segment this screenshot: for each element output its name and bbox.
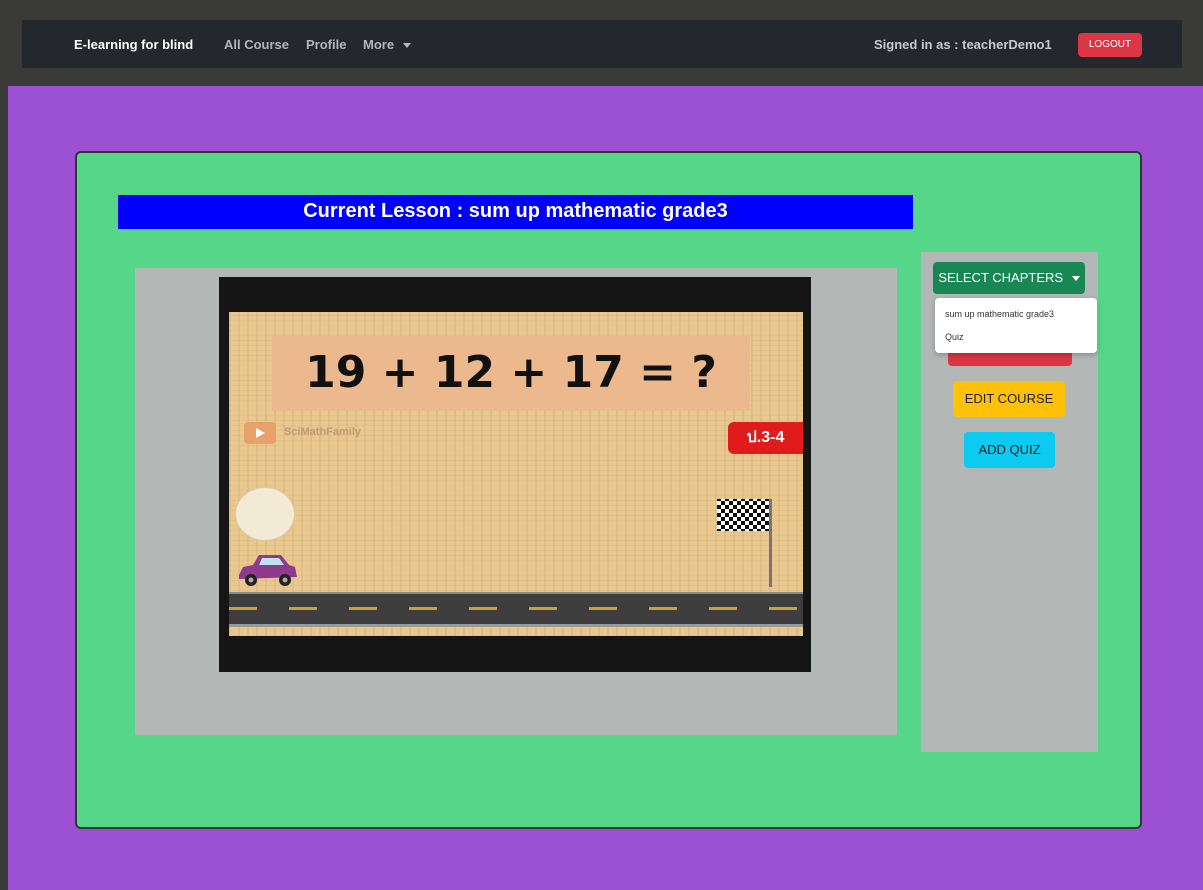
chevron-down-icon: [1071, 276, 1080, 282]
dropdown-item-lesson[interactable]: sum up mathematic grade3: [945, 309, 1054, 319]
equation-board: 19 + 12 + 17 = ?: [272, 336, 750, 410]
nav-more-dropdown[interactable]: More: [363, 37, 411, 52]
nav-more-label: More: [363, 37, 395, 52]
youtube-icon: [244, 422, 276, 444]
nav-profile[interactable]: Profile: [306, 37, 346, 52]
channel-name: SciMathFamily: [284, 426, 362, 438]
road: [229, 592, 803, 627]
select-chapters-button[interactable]: SELECT CHAPTERS: [933, 262, 1085, 294]
select-chapters-label: SELECT CHAPTERS: [938, 270, 1064, 285]
chapters-dropdown-menu: sum up mathematic grade3 Quiz: [935, 298, 1097, 353]
current-lesson-banner: Current Lesson : sum up mathematic grade…: [118, 195, 913, 229]
chevron-down-icon: [402, 43, 411, 49]
add-quiz-button[interactable]: ADD QUIZ: [964, 432, 1055, 468]
car-icon: [239, 555, 297, 586]
brand-link[interactable]: E-learning for blind: [74, 37, 193, 52]
signed-in-text: Signed in as : teacherDemo1: [874, 37, 1052, 52]
dropdown-item-quiz[interactable]: Quiz: [945, 332, 964, 342]
channel-logo-icon: [235, 487, 295, 541]
top-navbar: E-learning for blind All Course Profile …: [22, 20, 1182, 68]
checkered-flag-icon: [717, 499, 772, 587]
road-lane-marking: [229, 607, 803, 610]
video-frame: 19 + 12 + 17 = ? SciMathFamily ป.3-4: [229, 312, 803, 636]
logout-button[interactable]: LOGOUT: [1078, 33, 1142, 57]
grade-badge: ป.3-4: [728, 422, 803, 454]
nav-all-course[interactable]: All Course: [224, 37, 289, 52]
edit-course-button[interactable]: EDIT COURSE: [953, 381, 1065, 417]
equation-text: 19 + 12 + 17 = ?: [305, 347, 717, 398]
current-lesson-title: Current Lesson : sum up mathematic grade…: [303, 200, 728, 222]
